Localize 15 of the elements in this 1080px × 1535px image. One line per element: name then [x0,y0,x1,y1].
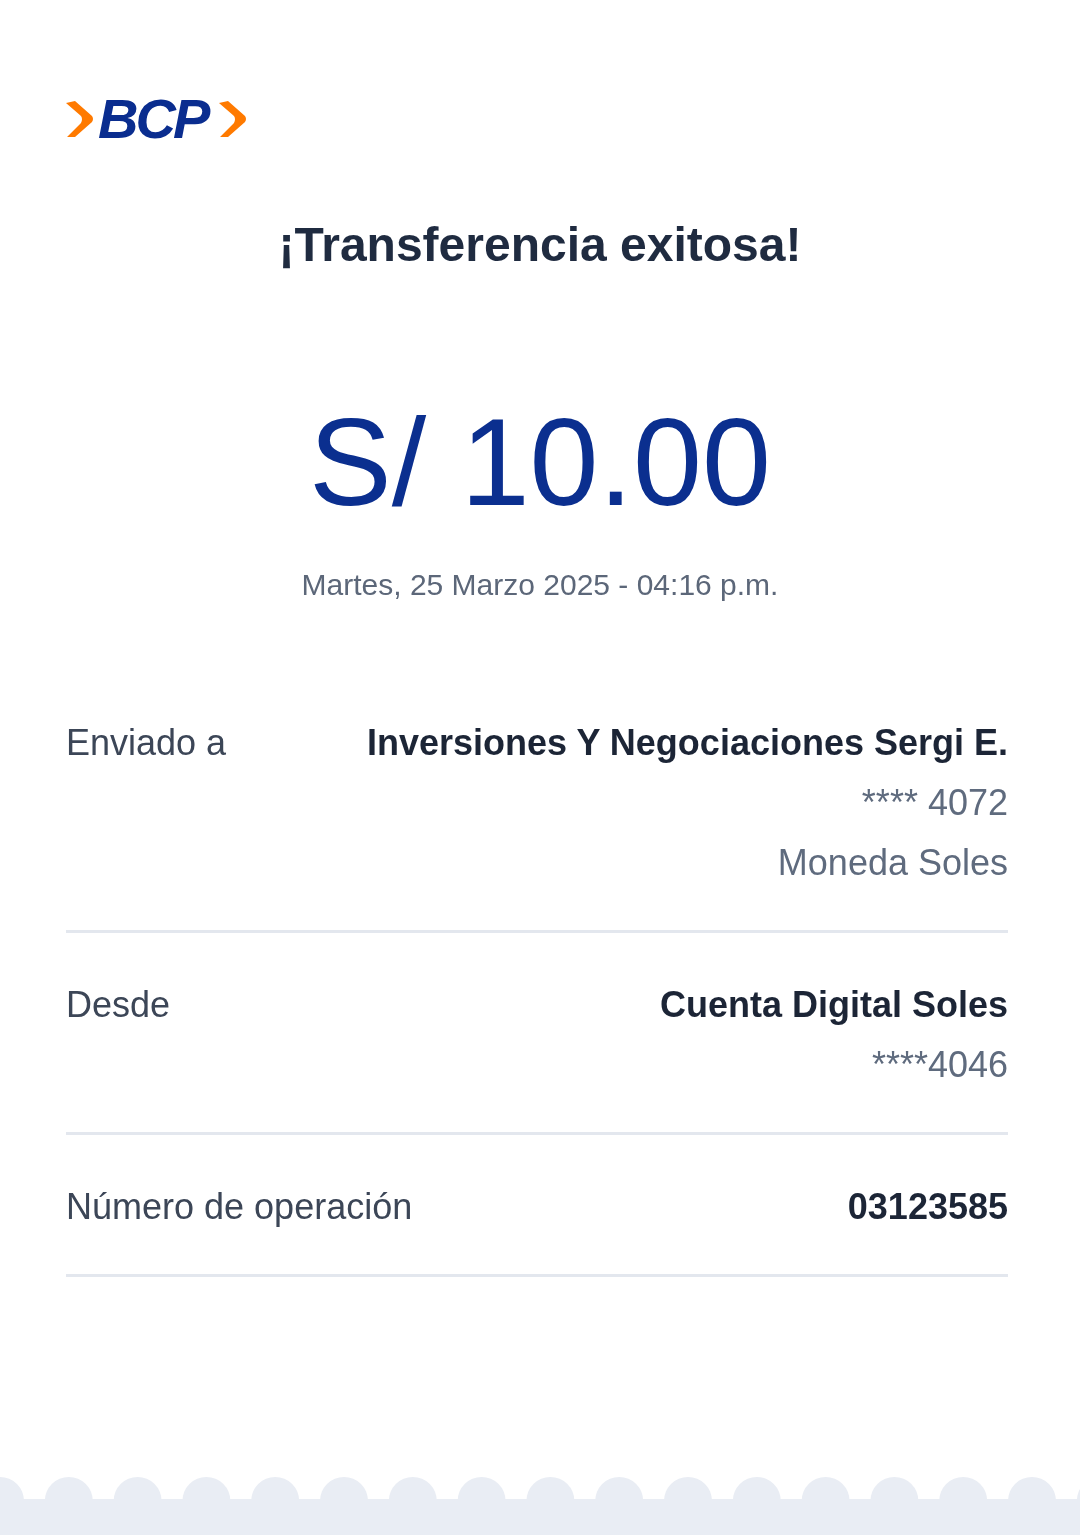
date-time-text: Martes, 25 Marzo 2025 - 04:16 p.m. [301,567,779,603]
chevron-icon [219,100,248,138]
detail-value: Cuenta Digital Soles [659,983,1008,1027]
chevron-icon [66,100,94,138]
amount-text: S/ 10.00 [309,392,771,532]
detail-value: ****4046 [871,1043,1008,1087]
detail-value: Moneda Soles [777,841,1008,885]
detail-label: Enviado a [66,721,227,765]
logo-wordmark: BCP [97,92,210,146]
page-title: ¡Transferencia exitosa! [278,217,802,273]
detail-value: 03123585 [847,1185,1008,1229]
detail-label: Desde [66,983,171,1027]
detail-label: Número de operación [66,1185,413,1229]
detail-value: **** 4072 [861,781,1008,825]
detail-value: Inversiones Y Negociaciones Sergi E. [367,721,1008,765]
